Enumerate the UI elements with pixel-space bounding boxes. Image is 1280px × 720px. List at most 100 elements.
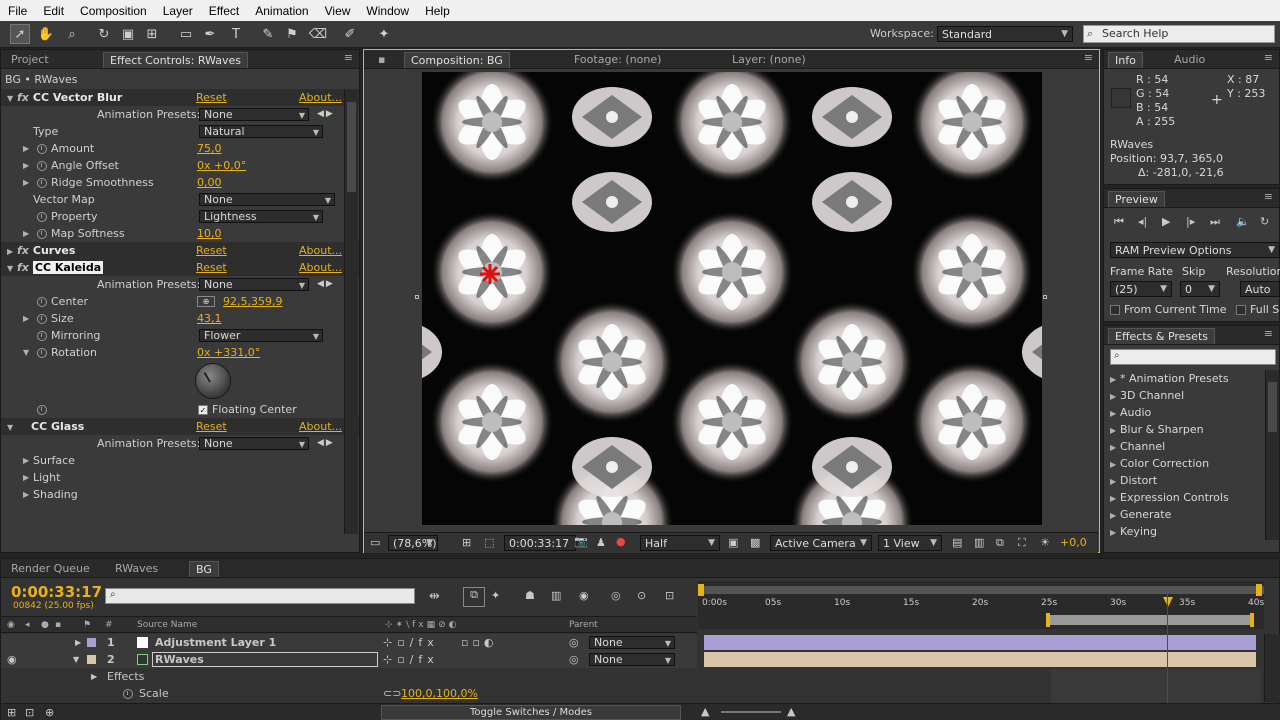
list-item[interactable]: ▶ Blur & Sharpen: [1110, 421, 1204, 438]
reset-link[interactable]: Reset: [196, 242, 227, 259]
property-dropdown[interactable]: Lightness ▼: [199, 210, 323, 223]
selection-tool-icon[interactable]: ➚: [10, 24, 30, 44]
zoom-tool-icon[interactable]: ⌕: [62, 24, 82, 44]
comp-settings-icon[interactable]: ⊞: [7, 706, 16, 719]
layer-row-1[interactable]: ▶ 1 Adjustment Layer 1 ⊹▫∕fx ▫▫◐ ◎ None ▼: [1, 634, 697, 651]
expand-triangle-icon[interactable]: ▶: [23, 486, 33, 503]
tab-rwaves[interactable]: RWaves: [109, 561, 164, 577]
next-frame-icon[interactable]: |▸: [1186, 215, 1195, 228]
stopwatch-icon[interactable]: [37, 229, 47, 239]
audio-switch-icon[interactable]: ◂: [25, 620, 30, 630]
menu-animation[interactable]: Animation: [247, 4, 316, 18]
fx-icon[interactable]: fx: [17, 261, 29, 274]
zoom-in-icon[interactable]: ▲: [787, 705, 795, 718]
constrain-proportions-icon[interactable]: ⊂⊃: [383, 685, 401, 702]
expand-triangle-icon[interactable]: ▶: [1110, 456, 1120, 473]
list-item[interactable]: ▶ Distort: [1110, 472, 1157, 489]
parent-dropdown[interactable]: None ▼: [589, 636, 675, 649]
roto-brush-tool-icon[interactable]: ✐: [340, 24, 360, 44]
stopwatch-icon[interactable]: [37, 161, 47, 171]
menu-effect[interactable]: Effect: [201, 4, 247, 18]
solo-icon[interactable]: ●: [41, 620, 49, 630]
zoom-slider[interactable]: [721, 711, 781, 713]
tab-info[interactable]: Info: [1108, 52, 1143, 68]
first-frame-icon[interactable]: ⏮: [1114, 215, 1124, 229]
reset-link[interactable]: Reset: [196, 89, 227, 106]
animation-presets-dropdown[interactable]: None ▼: [199, 108, 309, 121]
expand-triangle-icon[interactable]: ▶: [23, 157, 33, 174]
menu-help[interactable]: Help: [417, 4, 458, 18]
lock-column-icon[interactable]: ▪: [55, 620, 61, 630]
about-link[interactable]: About...: [299, 89, 342, 106]
preset-nav-arrows-icon[interactable]: ◀▶: [317, 106, 335, 123]
expand-triangle-icon[interactable]: ▶: [1110, 405, 1120, 422]
current-time-field[interactable]: 0:00:33:17: [504, 535, 576, 551]
playhead-line[interactable]: [1167, 589, 1168, 703]
expand-triangle-icon[interactable]: ▶: [23, 174, 33, 191]
label-icon[interactable]: ⚑: [83, 620, 91, 630]
composition-viewer[interactable]: [422, 72, 1042, 525]
grid-icon[interactable]: ⊞: [462, 536, 471, 549]
stopwatch-icon[interactable]: [123, 689, 133, 699]
resolution-dropdown[interactable]: Half ▼: [640, 535, 720, 551]
tab-layer[interactable]: Layer: (none): [726, 52, 812, 68]
expand-triangle-icon[interactable]: ▶: [1110, 439, 1120, 456]
parent-dropdown[interactable]: None ▼: [589, 653, 675, 666]
effect-curves[interactable]: ▶ fx Curves Reset About...: [1, 242, 359, 259]
preset-nav-arrows-icon[interactable]: ◀▶: [317, 276, 335, 293]
floating-center-checkbox[interactable]: ✓: [198, 405, 208, 415]
layer-handle-left[interactable]: [415, 295, 419, 299]
exposure-value[interactable]: +0,0: [1060, 536, 1087, 549]
vector-map-dropdown[interactable]: None ▼: [199, 193, 335, 206]
navigator-start-handle[interactable]: [698, 584, 704, 596]
brainstorm-icon[interactable]: ◉: [579, 589, 589, 602]
list-item[interactable]: ▶ Channel: [1110, 438, 1165, 455]
rotation-value[interactable]: 0x +331,0°: [197, 344, 260, 361]
tab-effect-controls[interactable]: Effect Controls: RWaves: [103, 52, 248, 68]
size-value[interactable]: 43,1: [197, 310, 222, 327]
reset-link[interactable]: Reset: [196, 259, 227, 276]
navigator-end-handle[interactable]: [1256, 584, 1262, 596]
expand-triangle-icon[interactable]: ▶: [75, 634, 81, 651]
fx-icon[interactable]: fx: [17, 91, 29, 104]
tab-audio[interactable]: Audio: [1168, 52, 1211, 68]
expand-collapse-icon[interactable]: ⊡: [25, 706, 34, 719]
stopwatch-icon[interactable]: [37, 405, 47, 415]
layer-row-2[interactable]: ◉ ▼ 2 RWaves ⊹▫∕fx ◎ None ▼: [1, 651, 697, 668]
brush-tool-icon[interactable]: ✎: [258, 24, 278, 44]
stopwatch-icon[interactable]: [37, 212, 47, 222]
snapshot-icon[interactable]: 📷: [574, 535, 588, 548]
list-item[interactable]: ▶ Generate: [1110, 506, 1171, 523]
menu-window[interactable]: Window: [358, 4, 417, 18]
timeline-icon[interactable]: ⧉: [996, 536, 1004, 550]
expand-triangle-icon[interactable]: ▶: [1110, 490, 1120, 507]
view-layout-dropdown[interactable]: 1 View ▼: [878, 535, 942, 551]
effects-list-scrollbar[interactable]: [1265, 370, 1279, 540]
eraser-tool-icon[interactable]: ⌫: [308, 24, 328, 44]
rotation-dial[interactable]: [195, 363, 231, 399]
effect-cc-vector-blur[interactable]: ▼ fx CC Vector Blur Reset About...: [1, 89, 359, 106]
effects-group-row[interactable]: ▶ Effects: [1, 668, 697, 685]
time-navigator[interactable]: [698, 586, 1264, 594]
time-ruler[interactable]: 0:00s 05s 10s 15s 20s 25s 30s 35s 40s: [698, 581, 1264, 629]
timeline-timecode[interactable]: 0:00:33:17: [11, 583, 102, 601]
toggle-pixel-aspect-icon[interactable]: ▤: [952, 536, 962, 549]
search-help-input[interactable]: ⌕ Search Help: [1083, 25, 1275, 43]
layer-switches-right-icon[interactable]: ▫▫◐: [461, 634, 498, 651]
pickwhip-icon[interactable]: ◎: [569, 634, 579, 651]
scrollbar-thumb[interactable]: [347, 102, 356, 192]
mask-visibility-icon[interactable]: ⬚: [484, 536, 494, 549]
lock-icon[interactable]: ▪: [372, 52, 391, 68]
effect-cc-kaleida[interactable]: ▼ fx CC Kaleida Reset About...: [1, 259, 359, 276]
animation-presets-dropdown[interactable]: None ▼: [199, 437, 309, 450]
scrollbar-thumb[interactable]: [1268, 382, 1277, 432]
toggle-switches-modes-button[interactable]: Toggle Switches / Modes: [381, 705, 681, 720]
tab-effects-presets[interactable]: Effects & Presets: [1108, 328, 1215, 344]
expand-triangle-icon[interactable]: ▶: [23, 452, 33, 469]
timeline-search-input[interactable]: ⌕: [105, 588, 415, 604]
panel-menu-icon[interactable]: ≡: [1264, 51, 1273, 64]
menu-file[interactable]: File: [0, 4, 35, 18]
pickwhip-icon[interactable]: ◎: [569, 651, 579, 668]
list-item[interactable]: ▶ Color Correction: [1110, 455, 1209, 472]
about-link[interactable]: About...: [299, 259, 342, 276]
